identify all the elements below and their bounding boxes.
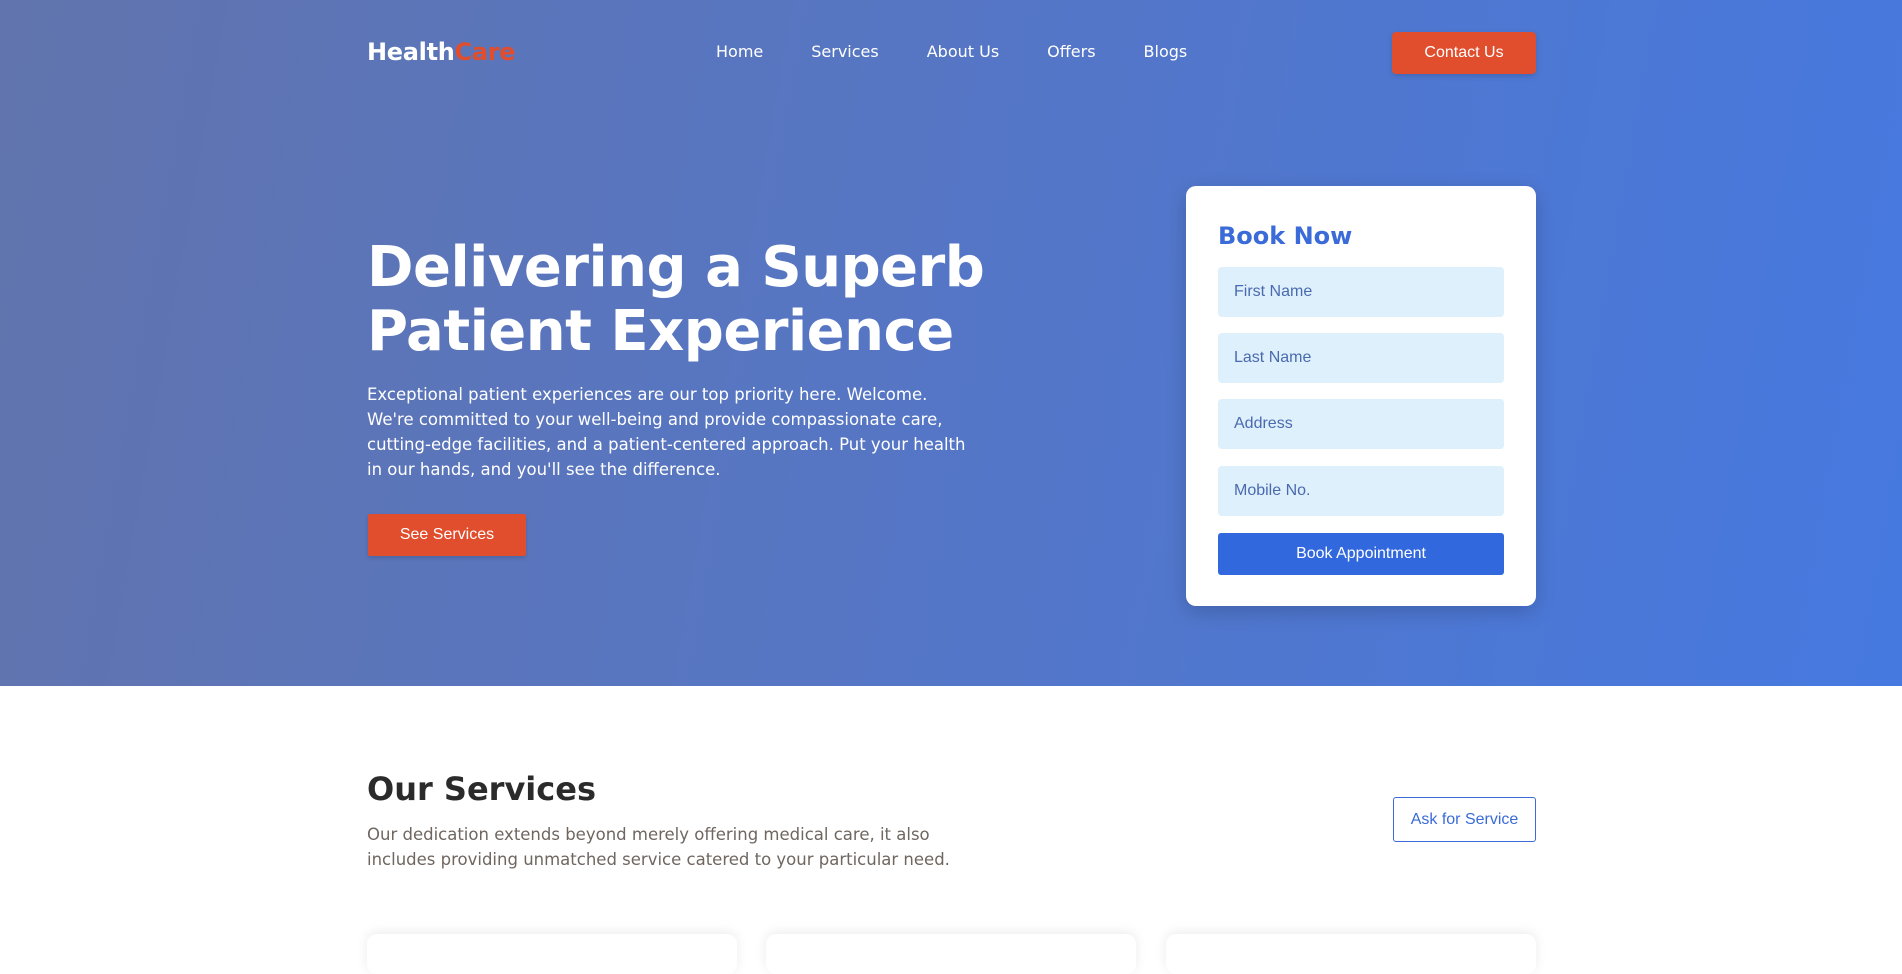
book-appointment-button[interactable]: Book Appointment xyxy=(1218,533,1504,575)
logo-text-care: Care xyxy=(454,38,516,66)
services-description: Our dedication extends beyond merely off… xyxy=(367,825,950,869)
last-name-field[interactable] xyxy=(1218,333,1504,383)
first-name-field[interactable] xyxy=(1218,267,1504,317)
service-card[interactable] xyxy=(1166,934,1536,974)
main-nav: Home Services About Us Offers Blogs xyxy=(716,42,1235,61)
nav-item-about-us[interactable]: About Us xyxy=(927,42,999,61)
logo-text-health: Health xyxy=(367,38,455,66)
mobile-field[interactable] xyxy=(1218,466,1504,516)
hero-description: Exceptional patient experiences are our … xyxy=(367,385,966,479)
ask-for-service-button[interactable]: Ask for Service xyxy=(1393,797,1536,842)
contact-us-button[interactable]: Contact Us xyxy=(1392,32,1536,74)
nav-item-services[interactable]: Services xyxy=(811,42,878,61)
see-services-button[interactable]: See Services xyxy=(368,514,526,556)
hero-section: HealthCare Home Services About Us Offers… xyxy=(0,0,1902,686)
service-card[interactable] xyxy=(367,934,737,974)
address-field[interactable] xyxy=(1218,399,1504,449)
nav-item-home[interactable]: Home xyxy=(716,42,763,61)
nav-item-blogs[interactable]: Blogs xyxy=(1144,42,1188,61)
service-card[interactable] xyxy=(766,934,1136,974)
nav-item-offers[interactable]: Offers xyxy=(1047,42,1095,61)
hero-title: Delivering a Superb Patient Experience xyxy=(367,235,985,364)
booking-title: Book Now xyxy=(1218,222,1353,250)
logo[interactable]: HealthCare xyxy=(367,38,516,66)
services-title: Our Services xyxy=(367,770,596,808)
booking-card: Book Now Book Appointment xyxy=(1186,186,1536,606)
